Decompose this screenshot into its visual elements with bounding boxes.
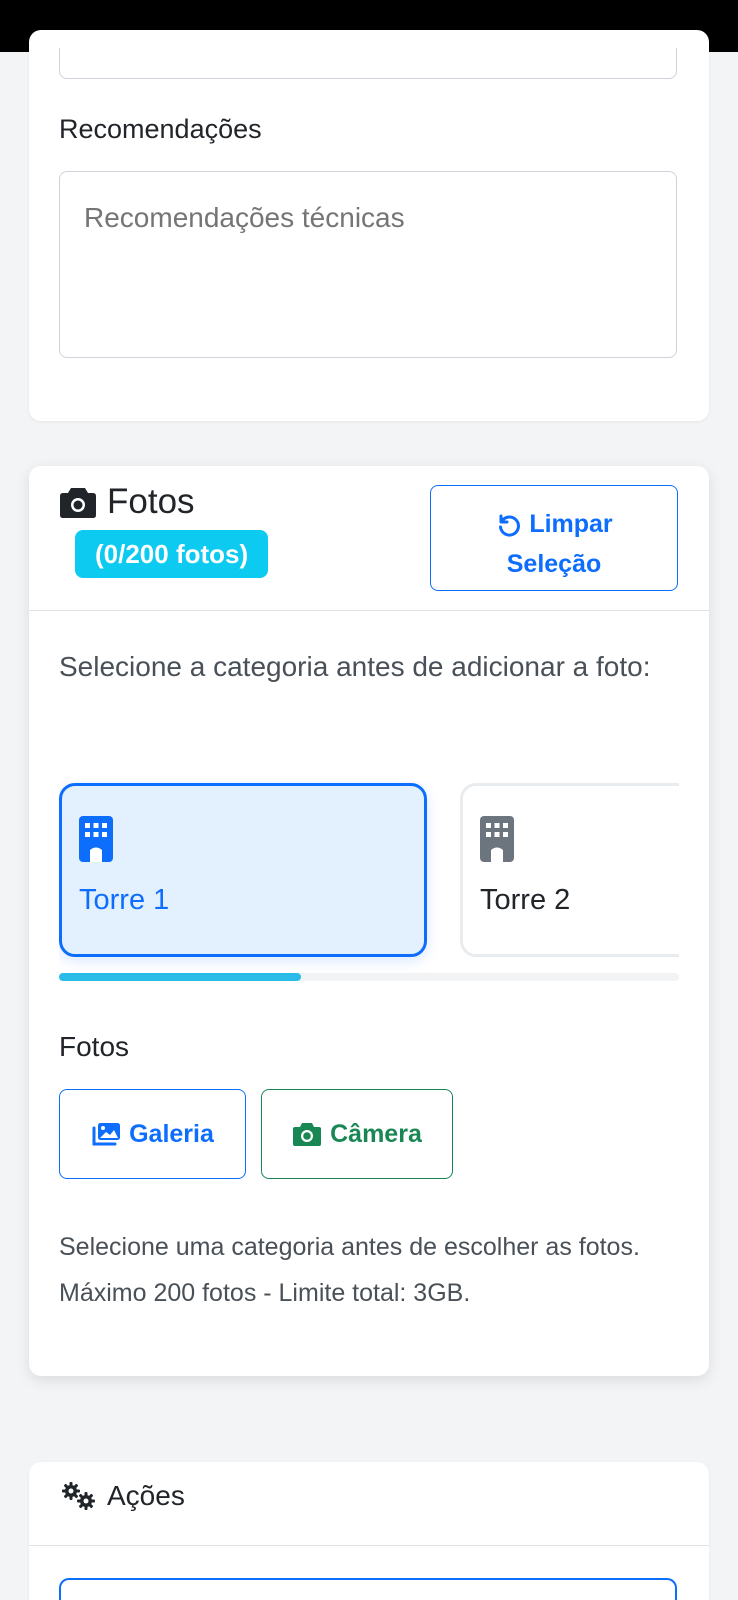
photos-help-text: Selecione uma categoria antes de escolhe… — [59, 1233, 640, 1307]
category-card-torre-2[interactable]: Torre 2 — [460, 783, 679, 957]
clear-selection-label-1: Limpar — [529, 510, 613, 538]
images-icon — [92, 1123, 121, 1146]
carousel-scrollbar[interactable] — [59, 973, 679, 981]
building-icon — [480, 816, 514, 862]
camera-icon — [60, 488, 96, 518]
category-label: Torre 1 — [79, 884, 170, 916]
gears-icon — [62, 1482, 95, 1510]
actions-title: Ações — [59, 1480, 185, 1512]
gallery-button[interactable]: Galeria — [59, 1089, 246, 1179]
category-card-torre-1[interactable]: Torre 1 — [59, 783, 427, 957]
details-card: Recomendações — [29, 30, 709, 421]
recommendations-textarea[interactable] — [59, 171, 677, 358]
previous-textarea[interactable] — [59, 48, 677, 79]
category-label: Torre 2 — [480, 884, 571, 916]
photo-count-badge: (0/200 fotos) — [75, 530, 269, 578]
building-icon — [79, 816, 113, 862]
photos-title-text: Fotos — [107, 482, 195, 521]
clear-selection-label-2: Seleção — [506, 550, 602, 578]
photos-upload-label: Fotos — [59, 1031, 130, 1062]
carousel-scrollbar-thumb[interactable] — [59, 973, 301, 981]
actions-title-text: Ações — [107, 1480, 185, 1511]
gallery-button-label: Galeria — [129, 1119, 214, 1148]
recommendations-label: Recomendações — [59, 114, 262, 144]
camera-icon — [293, 1123, 322, 1146]
photos-card-header: Fotos (0/200 fotos) Limpar Seleção — [29, 466, 709, 611]
category-instruction: Selecione a categoria antes de adicionar… — [59, 651, 651, 682]
action-button[interactable] — [59, 1578, 677, 1600]
camera-button[interactable]: Câmera — [261, 1089, 453, 1179]
actions-card: Ações — [29, 1462, 709, 1600]
photos-title: Fotos — [59, 482, 195, 522]
category-carousel[interactable]: Torre 1 Torre 2 — [59, 781, 679, 981]
undo-icon — [499, 514, 521, 537]
photos-card: Fotos (0/200 fotos) Limpar Seleção Selec… — [29, 466, 709, 1376]
actions-card-header: Ações — [29, 1462, 709, 1546]
camera-button-label: Câmera — [330, 1119, 422, 1148]
clear-selection-button[interactable]: Limpar Seleção — [430, 485, 678, 591]
